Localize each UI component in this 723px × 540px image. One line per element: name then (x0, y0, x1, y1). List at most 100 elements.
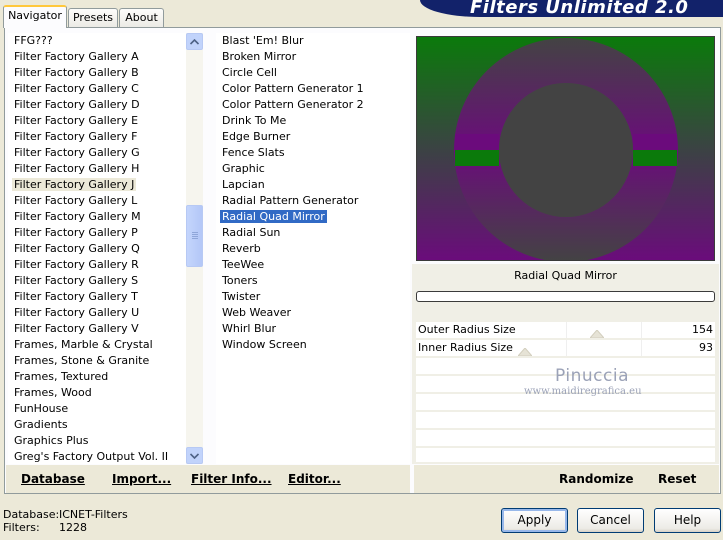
category-item[interactable]: FunHouse (8, 401, 186, 417)
filter-item-label: Broken Mirror (222, 50, 297, 63)
filter-item-label: Graphic (222, 162, 265, 175)
filter-item-label: Edge Burner (222, 130, 291, 143)
arrow-up-icon (189, 38, 200, 45)
filter-item-label: Radial Sun (222, 226, 281, 239)
category-item[interactable]: Filter Factory Gallery Q (8, 241, 186, 257)
category-item[interactable]: Graphics Plus (8, 433, 186, 449)
category-item[interactable]: Filter Factory Gallery B (8, 65, 186, 81)
category-item[interactable]: Filter Factory Gallery M (8, 209, 186, 225)
filter-item[interactable]: Circle Cell (216, 65, 410, 81)
category-item-label: Greg's Factory Output Vol. II (14, 450, 169, 463)
filter-item[interactable]: Fence Slats (216, 145, 410, 161)
filter-item[interactable]: Window Screen (216, 337, 410, 353)
help-button[interactable]: Help (654, 508, 721, 533)
category-item-label: Filter Factory Gallery S (14, 274, 139, 287)
outer-radius-value: 154 (692, 323, 713, 336)
filter-item[interactable]: Drink To Me (216, 113, 410, 129)
filter-item[interactable]: Lapcian (216, 177, 410, 193)
filter-item[interactable]: Broken Mirror (216, 49, 410, 65)
scroll-up-button[interactable] (186, 33, 203, 50)
import-button[interactable]: Import... (112, 472, 171, 486)
filter-item-label: Color Pattern Generator 1 (222, 82, 364, 95)
outer-radius-label: Outer Radius Size (418, 323, 516, 336)
inner-radius-thumb[interactable] (518, 348, 533, 356)
filters-count-value: 1228 (59, 521, 87, 534)
cancel-button[interactable]: Cancel (577, 508, 644, 533)
category-item[interactable]: Frames, Marble & Crystal (8, 337, 186, 353)
filter-info-button[interactable]: Filter Info... (191, 472, 272, 486)
filter-item-label: Blast 'Em! Blur (222, 34, 304, 47)
empty-param-row (416, 448, 715, 462)
category-item-label: Filter Factory Gallery H (14, 162, 140, 175)
tab-presets[interactable]: Presets (68, 8, 118, 27)
category-item[interactable]: Filter Factory Gallery A (8, 49, 186, 65)
category-item[interactable]: FFG??? (8, 33, 186, 49)
filter-item[interactable]: Twister (216, 289, 410, 305)
filter-item[interactable]: Reverb (216, 241, 410, 257)
filter-item[interactable]: Graphic (216, 161, 410, 177)
category-item[interactable]: Filter Factory Gallery C (8, 81, 186, 97)
filter-list[interactable]: Blast 'Em! Blur Broken Mirror Circle Cell C… (216, 33, 410, 464)
scroll-thumb[interactable] (186, 205, 203, 267)
category-item[interactable]: Filter Factory Gallery T (8, 289, 186, 305)
filter-item-label: Drink To Me (222, 114, 287, 127)
selected-filter-name: Radial Quad Mirror (514, 269, 617, 282)
category-item-label: Frames, Stone & Granite (14, 354, 150, 367)
category-list[interactable]: FFG??? Filter Factory Gallery A Filter Fac… (8, 33, 186, 464)
category-item-label: Filter Factory Gallery L (14, 194, 138, 207)
category-item-label: Filter Factory Gallery V (14, 322, 139, 335)
filter-item-label: Circle Cell (222, 66, 277, 79)
category-item[interactable]: Filter Factory Gallery L (8, 193, 186, 209)
outer-radius-thumb[interactable] (589, 330, 604, 338)
category-item[interactable]: Filter Factory Gallery V (8, 321, 186, 337)
category-item[interactable]: Filter Factory Gallery E (8, 113, 186, 129)
category-item[interactable]: Filter Factory Gallery U (8, 305, 186, 321)
outer-radius-slider[interactable]: Outer Radius Size 154 (416, 322, 715, 338)
category-item[interactable]: Frames, Textured (8, 369, 186, 385)
category-item-label: Frames, Textured (14, 370, 109, 383)
category-item[interactable]: Frames, Stone & Granite (8, 353, 186, 369)
filter-item[interactable]: Web Weaver (216, 305, 410, 321)
filter-item-label: Fence Slats (222, 146, 285, 159)
category-item-label: Graphics Plus (14, 434, 89, 447)
filter-item[interactable]: Color Pattern Generator 1 (216, 81, 410, 97)
filter-item[interactable]: Whirl Blur (216, 321, 410, 337)
filter-item[interactable]: Radial Pattern Generator (216, 193, 410, 209)
category-item[interactable]: Frames, Wood (8, 385, 186, 401)
tab-about[interactable]: About (119, 8, 164, 27)
category-item-label: Filter Factory Gallery F (14, 130, 138, 143)
category-item[interactable]: Filter Factory Gallery D (8, 97, 186, 113)
tab-navigator[interactable]: Navigator (3, 5, 67, 28)
filter-item[interactable]: Radial Quad Mirror (216, 209, 410, 225)
category-item[interactable]: Filter Factory Gallery P (8, 225, 186, 241)
category-item-label: Filter Factory Gallery A (14, 50, 139, 63)
filter-item[interactable]: Color Pattern Generator 2 (216, 97, 410, 113)
category-item[interactable]: Greg's Factory Output Vol. II (8, 449, 186, 464)
category-item[interactable]: Filter Factory Gallery J (8, 177, 186, 193)
category-item-label: FFG??? (14, 34, 53, 47)
filter-item[interactable]: TeeWee (216, 257, 410, 273)
category-item-label: FunHouse (14, 402, 69, 415)
category-item-label: Filter Factory Gallery B (14, 66, 139, 79)
randomize-button[interactable]: Randomize (559, 472, 633, 486)
database-button[interactable]: Database (21, 472, 85, 486)
apply-button[interactable]: Apply (501, 508, 568, 533)
filter-item[interactable]: Toners (216, 273, 410, 289)
category-item-label: Filter Factory Gallery P (14, 226, 138, 239)
category-item[interactable]: Filter Factory Gallery R (8, 257, 186, 273)
editor-button[interactable]: Editor... (288, 472, 341, 486)
category-item[interactable]: Gradients (8, 417, 186, 433)
category-item[interactable]: Filter Factory Gallery F (8, 129, 186, 145)
category-item[interactable]: Filter Factory Gallery S (8, 273, 186, 289)
filter-item[interactable]: Edge Burner (216, 129, 410, 145)
reset-button[interactable]: Reset (658, 472, 696, 486)
scroll-down-button[interactable] (186, 447, 203, 464)
category-item[interactable]: Filter Factory Gallery G (8, 145, 186, 161)
category-scrollbar[interactable] (186, 33, 203, 464)
filter-item[interactable]: Blast 'Em! Blur (216, 33, 410, 49)
category-item[interactable]: Filter Factory Gallery H (8, 161, 186, 177)
filters-count-label: Filters: (3, 521, 40, 534)
watermark-url: www.maidiregrafica.eu (524, 386, 642, 397)
inner-radius-slider[interactable]: Inner Radius Size 93 (416, 340, 715, 356)
filter-item[interactable]: Radial Sun (216, 225, 410, 241)
